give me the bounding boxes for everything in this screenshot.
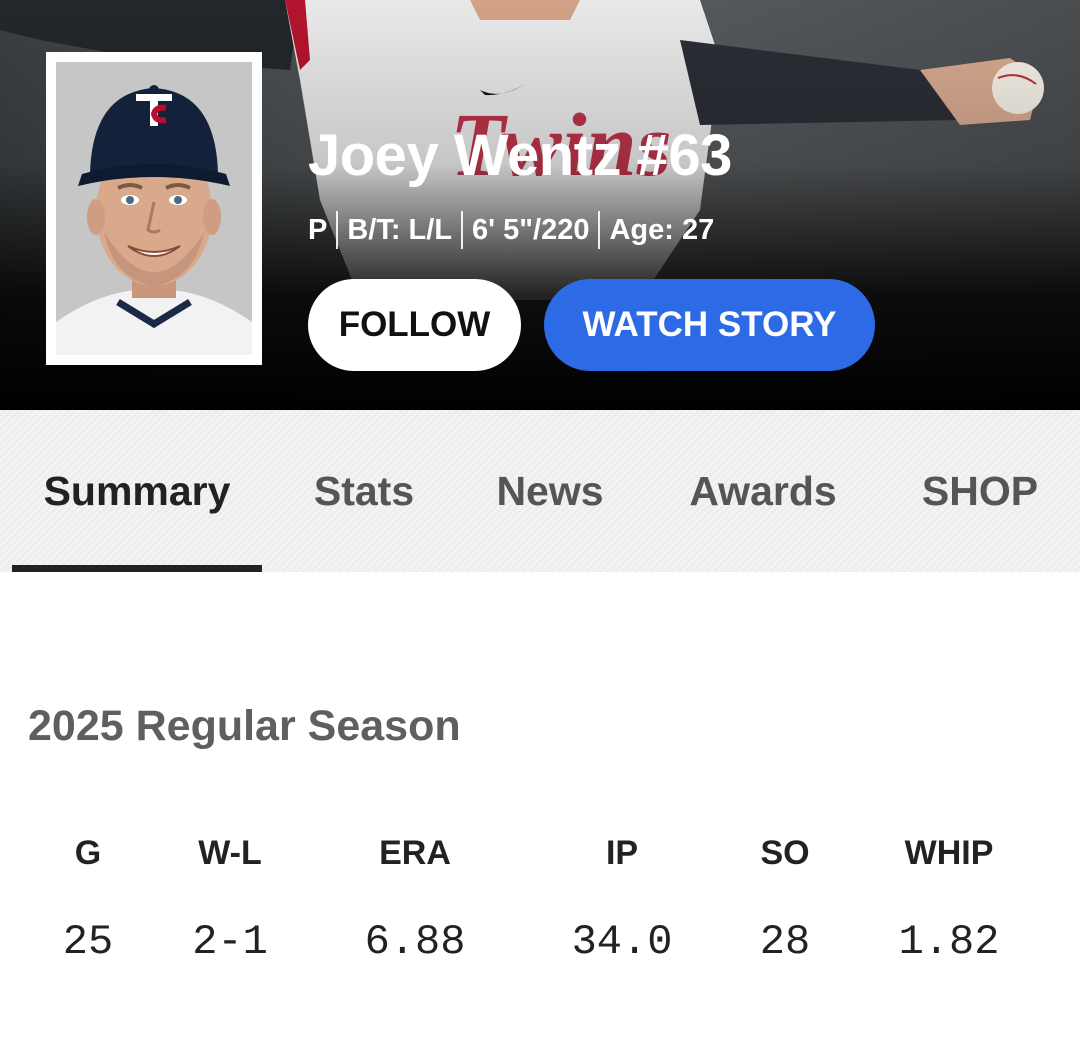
stat-header-g: G — [74, 834, 102, 872]
stat-value-whip: 1.82 — [898, 918, 1000, 966]
bio-divider — [336, 211, 339, 249]
stat-value-g: 25 — [62, 918, 114, 966]
profile-tabs: Summary Stats News Awards SHOP — [0, 410, 1080, 572]
player-position: P — [308, 213, 328, 246]
tab-news[interactable]: News — [470, 410, 630, 572]
stat-value-ip: 34.0 — [571, 918, 673, 966]
stat-header-ip: IP — [605, 834, 639, 872]
season-title: 2025 Regular Season — [28, 702, 461, 750]
stat-value-so: 28 — [759, 918, 811, 966]
player-bio: P B/T: L/L 6' 5"/220 Age: 27 — [308, 210, 714, 250]
twins-tc-logo-icon — [136, 94, 172, 126]
stat-header-so: SO — [760, 834, 810, 872]
stat-value-wl: 2-1 — [192, 918, 268, 966]
player-name: Joey Wentz #63 — [308, 123, 732, 188]
watch-story-button[interactable]: WATCH STORY — [544, 279, 875, 371]
player-age: Age: 27 — [609, 213, 715, 246]
stat-header-era: ERA — [379, 834, 451, 872]
bio-divider — [598, 211, 601, 249]
stat-header-wl: W-L — [198, 834, 262, 872]
tab-awards[interactable]: Awards — [664, 410, 862, 572]
tab-shop[interactable]: SHOP — [896, 410, 1064, 572]
player-hero: Twins — [0, 0, 1080, 410]
bio-divider — [461, 211, 464, 249]
tab-stats[interactable]: Stats — [290, 410, 438, 572]
player-bats-throws: B/T: L/L — [347, 213, 453, 246]
tab-summary[interactable]: Summary — [12, 410, 262, 572]
stat-value-era: 6.88 — [364, 918, 466, 966]
player-height-weight: 6' 5"/220 — [472, 213, 590, 246]
follow-button[interactable]: FOLLOW — [308, 279, 521, 371]
active-tab-indicator — [12, 565, 262, 572]
stat-header-whip: WHIP — [904, 834, 994, 872]
